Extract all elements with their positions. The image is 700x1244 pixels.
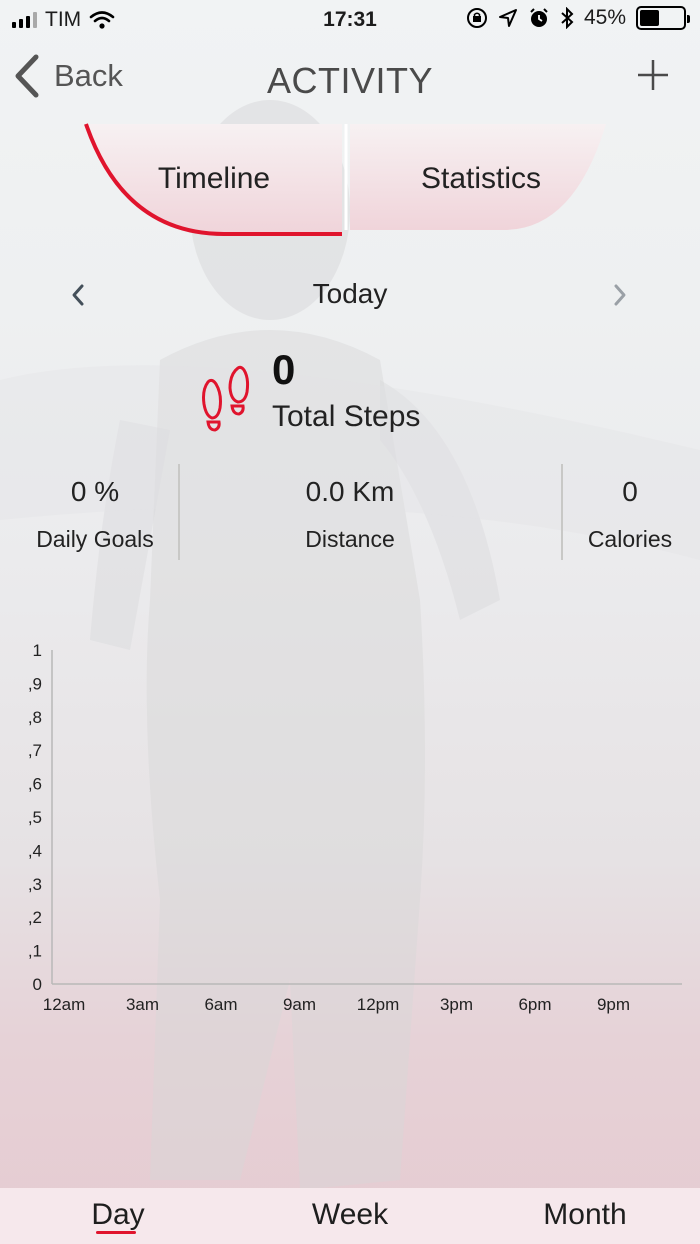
date-selector: Today <box>0 274 700 318</box>
y-tick-label: ,8 <box>28 708 42 727</box>
next-day-button[interactable] <box>610 280 630 310</box>
orientation-lock-icon <box>466 8 487 28</box>
y-tick-label: ,2 <box>28 908 42 927</box>
y-tick-label: ,6 <box>28 775 42 794</box>
steps-chart: 0 ,1 ,2 ,3 ,4 ,5 ,6 ,7 ,8 ,9 1 12am 3am 6am 9am 12pm 3pm… <box>28 641 682 1014</box>
calories-value: 0 <box>622 476 638 507</box>
y-tick-label: ,4 <box>28 841 42 860</box>
stats-divider <box>178 464 180 560</box>
y-tick-label: 0 <box>33 975 42 994</box>
total-steps-value: 0 <box>272 346 296 393</box>
distance-value: 0.0 Km <box>305 476 395 507</box>
tab-timeline[interactable]: Timeline <box>114 162 314 196</box>
y-tick-label: ,5 <box>28 808 42 827</box>
tab-statistics[interactable]: Statistics <box>376 162 586 196</box>
daily-goals-label: Daily Goals <box>36 526 154 552</box>
y-tick-label: ,1 <box>28 942 42 961</box>
x-tick-label: 6am <box>204 995 237 1014</box>
stats-divider <box>561 464 563 560</box>
location-icon <box>498 9 517 27</box>
battery-fill <box>640 10 659 26</box>
distance-label: Distance <box>305 526 395 552</box>
calories-stat: 0 Calories <box>568 476 692 553</box>
footprints-icon <box>202 365 250 432</box>
x-tick-label: 9am <box>283 995 316 1014</box>
x-tick-label: 9pm <box>597 995 630 1014</box>
period-selector: Day Week Month <box>0 1188 700 1244</box>
x-tick-label: 12pm <box>357 995 400 1014</box>
distance-stat: 0.0 Km Distance <box>250 476 450 553</box>
bluetooth-icon <box>561 7 574 29</box>
selected-period-indicator <box>96 1231 136 1234</box>
x-tick-label: 12am <box>43 995 86 1014</box>
total-steps-label: Total Steps <box>272 400 421 433</box>
battery-icon <box>636 6 690 30</box>
status-bar: TIM 17:31 45% <box>0 0 700 40</box>
period-month-tab[interactable]: Month <box>520 1198 650 1232</box>
daily-goals-stat: 0 % Daily Goals <box>20 476 170 553</box>
date-label: Today <box>312 278 388 309</box>
x-tick-label: 3am <box>126 995 159 1014</box>
y-tick-label: 1 <box>33 641 42 660</box>
y-tick-label: ,9 <box>28 674 42 693</box>
view-tabs: Timeline Statistics <box>84 122 612 236</box>
plus-icon[interactable] <box>636 58 670 92</box>
y-tick-label: ,3 <box>28 875 42 894</box>
stats-row: 0 % Daily Goals 0.0 Km Distance 0 Calori… <box>0 464 700 560</box>
nav-bar: Back ACTIVITY <box>0 40 700 120</box>
status-right: 45% <box>466 6 690 30</box>
page-title: ACTIVITY <box>266 60 434 101</box>
battery-percent: 45% <box>583 6 626 29</box>
period-week-tab[interactable]: Week <box>290 1198 410 1232</box>
calories-label: Calories <box>587 526 673 552</box>
x-tick-label: 3pm <box>440 995 473 1014</box>
alarm-icon <box>530 8 548 27</box>
y-tick-label: ,7 <box>28 741 42 760</box>
x-tick-label: 6pm <box>518 995 551 1014</box>
period-day-tab[interactable]: Day <box>68 1198 168 1232</box>
daily-goals-value: 0 % <box>70 476 120 507</box>
